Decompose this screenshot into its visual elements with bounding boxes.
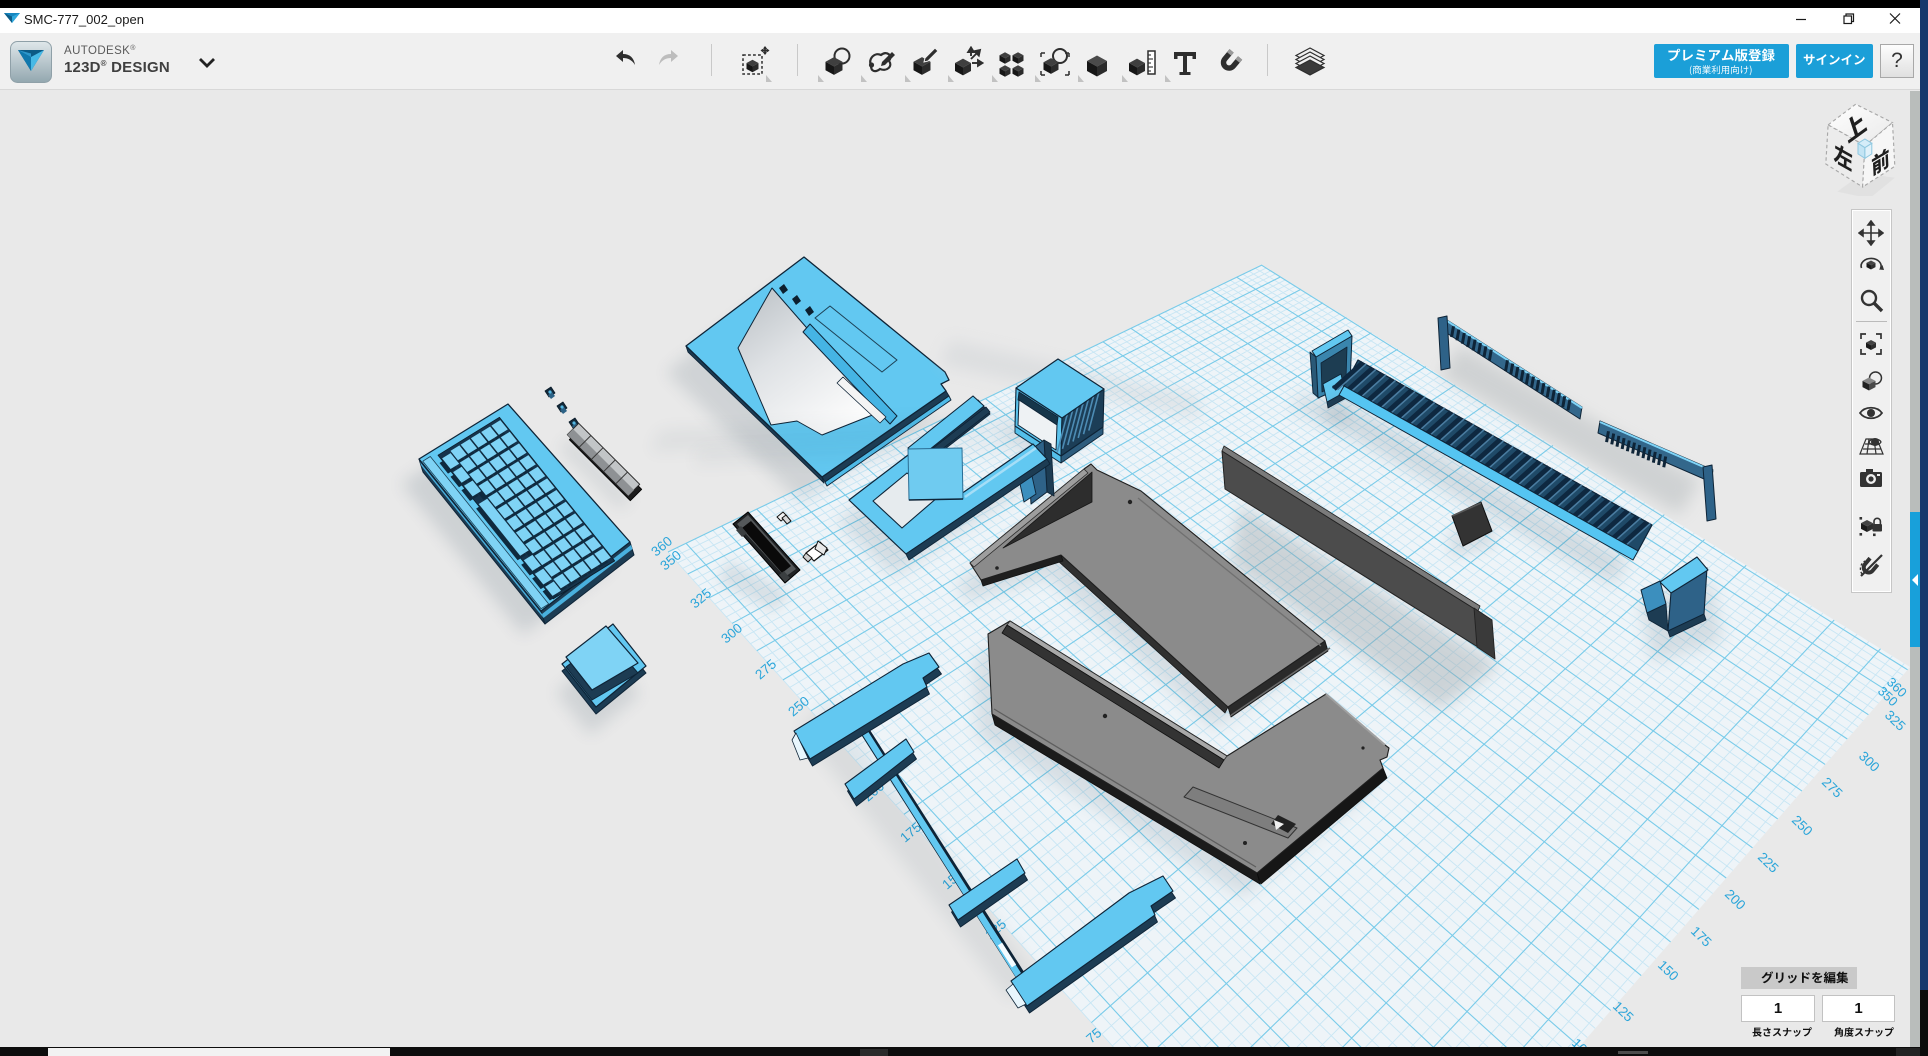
svg-text:275: 275	[1819, 774, 1846, 800]
svg-text:175: 175	[1688, 923, 1715, 949]
svg-text:150: 150	[1655, 957, 1682, 983]
svg-text:300: 300	[1856, 748, 1883, 774]
svg-text:200: 200	[1722, 886, 1749, 912]
svg-text:325: 325	[1882, 707, 1909, 733]
svg-text:250: 250	[1789, 812, 1816, 838]
svg-text:225: 225	[1755, 849, 1782, 875]
